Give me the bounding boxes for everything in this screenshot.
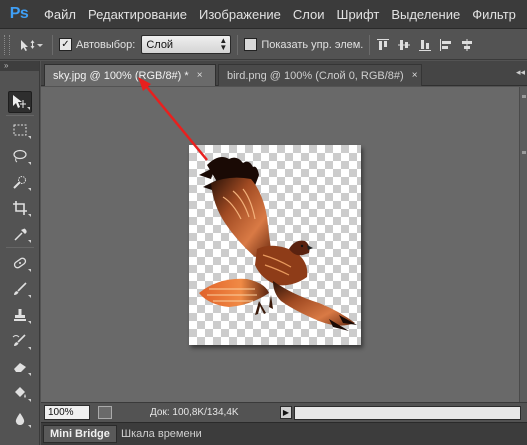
options-separator: [369, 34, 371, 55]
menu-filter[interactable]: Фильтр: [466, 7, 522, 22]
align-top-edges-icon[interactable]: [376, 38, 390, 52]
align-vertical-centers-icon[interactable]: [397, 38, 411, 52]
hawk-image: [199, 157, 357, 331]
options-separator: [52, 34, 53, 55]
auto-select-label: Автовыбор:: [76, 38, 136, 51]
updown-arrows-icon: ▲ ▼: [219, 36, 228, 52]
tab-label: sky.jpg @ 100% (RGB/8#) *: [53, 69, 189, 82]
marquee-tool[interactable]: [8, 119, 32, 141]
status-bar: 100% Док: 100,8K/134,4K ▶: [41, 402, 527, 422]
zoom-level-field[interactable]: 100%: [44, 405, 90, 420]
crop-tool-icon: [13, 201, 27, 215]
blur-tool-icon: [15, 413, 25, 425]
history-brush-tool[interactable]: [8, 330, 32, 352]
collapse-panels-icon[interactable]: ◂◂: [516, 67, 525, 78]
eyedropper-tool[interactable]: [8, 223, 32, 245]
tools-separator: [6, 115, 34, 116]
auto-select-target-dropdown[interactable]: Слой ▲ ▼: [141, 35, 232, 54]
menu-layers[interactable]: Слои: [287, 7, 331, 22]
tools-panel: »: [0, 61, 40, 445]
bottom-panel-tabs: Mini Bridge Шкала времени: [41, 422, 527, 445]
tools-separator: [6, 247, 34, 248]
document-canvas[interactable]: [189, 145, 361, 345]
collapse-chevrons-icon: »: [4, 61, 9, 70]
blur-tool[interactable]: [8, 408, 32, 430]
tab-mini-bridge[interactable]: Mini Bridge: [43, 425, 117, 443]
canvas-workspace[interactable]: [41, 87, 527, 402]
move-tool[interactable]: [8, 91, 32, 113]
options-separator: [237, 34, 239, 55]
vertical-scrollbar[interactable]: [519, 87, 527, 402]
show-transform-controls-label: Показать упр. элем.: [261, 38, 364, 51]
tab-sky-jpg[interactable]: sky.jpg @ 100% (RGB/8#) * ×: [44, 64, 216, 86]
menu-image[interactable]: Изображение: [193, 7, 287, 22]
healing-brush-tool-icon: [13, 257, 27, 269]
eraser-tool-icon: [14, 363, 26, 372]
brush-tool[interactable]: [8, 278, 32, 300]
tab-label: bird.png @ 100% (Слой 0, RGB/8#): [227, 69, 404, 82]
menu-type[interactable]: Шрифт: [331, 7, 386, 22]
history-brush-tool-icon: [12, 334, 26, 346]
status-menu-arrow-icon[interactable]: ▶: [280, 406, 292, 419]
move-icon: [21, 39, 43, 51]
document-info-icon[interactable]: [98, 406, 112, 419]
healing-brush-tool[interactable]: [8, 252, 32, 274]
crop-tool[interactable]: [8, 197, 32, 219]
photoshop-logo: Ps: [9, 5, 29, 22]
quick-select-tool-icon: [13, 176, 26, 189]
brush-tool-icon: [14, 282, 27, 295]
auto-select-target-value: Слой: [146, 38, 174, 51]
menu-bar: Ps Файл Редактирование Изображение Слои …: [0, 0, 527, 29]
paint-bucket-tool-icon: [15, 387, 26, 398]
clone-stamp-tool[interactable]: [8, 304, 32, 326]
tool-preset-picker[interactable]: [16, 38, 46, 52]
eyedropper-tool-icon: [14, 228, 27, 241]
menu-file[interactable]: Файл: [38, 7, 82, 22]
show-transform-controls-checkbox[interactable]: [244, 38, 258, 51]
checkmark-icon: ✓: [61, 39, 70, 50]
lasso-tool-icon: [13, 149, 27, 163]
align-horizontal-centers-icon[interactable]: [460, 38, 474, 52]
scroll-marker: [522, 151, 526, 154]
tab-timeline[interactable]: Шкала времени: [115, 425, 208, 443]
menu-select[interactable]: Выделение: [385, 7, 466, 22]
close-icon[interactable]: ×: [197, 70, 203, 81]
move-tool-icon: [13, 95, 26, 108]
close-icon[interactable]: ×: [412, 70, 418, 81]
tools-panel-header[interactable]: »: [0, 61, 39, 71]
lasso-tool[interactable]: [8, 145, 32, 167]
document-size-readout: Док: 100,8K/134,4K: [150, 407, 239, 418]
marquee-tool-icon: [13, 124, 27, 136]
align-left-edges-icon[interactable]: [439, 38, 453, 52]
tab-bird-png[interactable]: bird.png @ 100% (Слой 0, RGB/8#) ×: [218, 64, 422, 86]
document-tab-bar: sky.jpg @ 100% (RGB/8#) * × bird.png @ 1…: [41, 61, 527, 86]
clone-stamp-tool-icon: [14, 309, 26, 321]
menu-edit[interactable]: Редактирование: [82, 7, 193, 22]
scroll-marker: [522, 95, 526, 98]
align-bottom-edges-icon[interactable]: [418, 38, 432, 52]
options-bar: ✓ Автовыбор: Слой ▲ ▼ Показать упр. элем.: [0, 30, 527, 60]
horizontal-scrollbar[interactable]: [294, 405, 521, 420]
eraser-tool[interactable]: [8, 356, 32, 378]
quick-select-tool[interactable]: [8, 171, 32, 193]
paint-bucket-tool[interactable]: [8, 382, 32, 404]
auto-select-checkbox[interactable]: ✓: [59, 38, 72, 51]
options-grip[interactable]: [4, 34, 10, 55]
